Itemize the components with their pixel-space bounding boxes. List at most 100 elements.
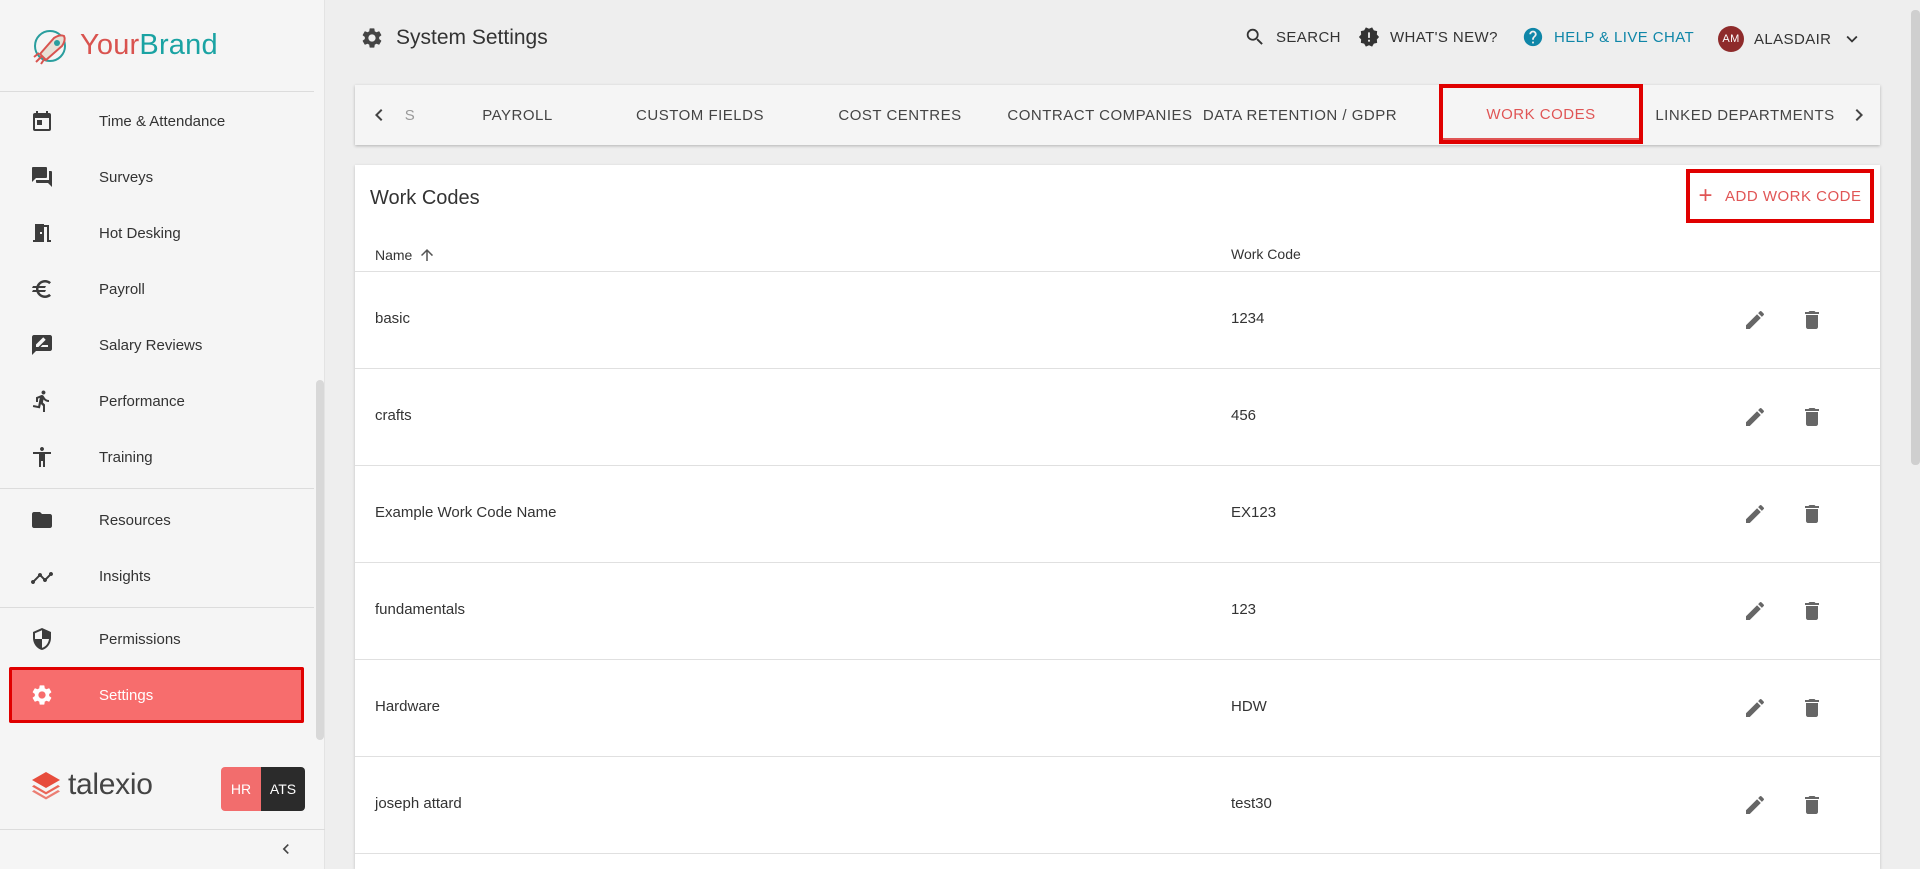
search-label: SEARCH [1276,28,1341,46]
new-releases-icon [1358,27,1380,47]
user-menu[interactable]: AM ALASDAIR [1718,26,1863,52]
cell-name: fundamentals [375,601,466,618]
gear-icon [30,683,54,707]
brand-logo[interactable]: YourBrand [0,0,314,92]
trash-icon [1805,408,1819,426]
brand-brand: Brand [139,29,218,61]
ats-toggle[interactable]: ATS [261,767,305,811]
table-row: Hardware HDW [355,660,1880,757]
chevron-left-icon [375,109,383,121]
sidebar-item-resources[interactable]: Resources [0,492,314,548]
edit-button[interactable] [1743,308,1769,334]
sidebar-item-insights[interactable]: Insights [0,548,314,604]
tab-partial[interactable]: S [395,85,425,145]
table-row: Example Work Code Name EX123 [355,466,1880,563]
tabs-scroll-left-button[interactable] [367,103,391,127]
delete-button[interactable] [1800,405,1826,431]
trash-icon [1805,602,1819,620]
tab-work-codes[interactable]: WORK CODES [1439,84,1643,144]
sidebar-item-label: Salary Reviews [99,336,203,354]
tab-cost-centres[interactable]: COST CENTRES [800,85,1000,145]
card-title: Work Codes [370,187,480,209]
cell-name: basic [375,310,411,327]
edit-button[interactable] [1743,599,1769,625]
arrow-up-icon [421,249,434,261]
tab-contract-companies[interactable]: CONTRACT COMPANIES [1000,85,1200,145]
delete-button[interactable] [1800,502,1826,528]
pencil-icon [1746,601,1765,620]
tab-linked-departments[interactable]: LINKED DEPARTMENTS [1645,85,1845,145]
column-header-name[interactable]: Name [375,246,436,264]
help-icon [1523,27,1543,47]
sidebar-nav: Time & Attendance Surveys Hot Desking Pa… [0,93,314,723]
delete-button[interactable] [1800,793,1826,819]
settings-tabs: S PAYROLL CUSTOM FIELDS COST CENTRES CON… [355,84,1880,145]
cell-code: 1234 [1231,310,1265,327]
sidebar-item-time-attendance[interactable]: Time & Attendance [0,93,314,149]
sidebar-item-label: Hot Desking [99,224,181,242]
cell-name: crafts [375,407,412,424]
whats-new-button[interactable]: WHAT'S NEW? [1358,26,1498,48]
calendar-icon [30,109,54,133]
delete-button[interactable] [1800,696,1826,722]
pencil-icon [1746,504,1765,523]
sidebar-item-payroll[interactable]: Payroll [0,261,314,317]
table-row: fundamentals 123 [355,563,1880,660]
sidebar-item-label: Insights [99,567,151,585]
shield-icon [30,627,54,651]
table-header: Name Work Code [355,235,1880,272]
pencil-icon [1746,310,1765,329]
trash-icon [1805,311,1819,329]
talexio-logo: talexio [30,768,153,802]
collapse-sidebar-button[interactable] [276,838,296,860]
sidebar: YourBrand Time & Attendance Surveys Hot … [0,0,325,869]
search-icon [1246,28,1263,45]
edit-button[interactable] [1743,696,1769,722]
sidebar-item-performance[interactable]: Performance [0,373,314,429]
sidebar-item-settings[interactable]: Settings [9,667,304,723]
folder-icon [30,508,54,532]
product-switcher[interactable]: HR ATS [221,767,305,811]
sidebar-item-label: Performance [99,392,185,410]
sidebar-item-training[interactable]: Training [0,429,314,485]
delete-button[interactable] [1800,599,1826,625]
sidebar-item-surveys[interactable]: Surveys [0,149,314,205]
help-live-chat-button[interactable]: HELP & LIVE CHAT [1522,26,1694,48]
run-icon [30,389,54,413]
tab-data-retention-gdpr[interactable]: DATA RETENTION / GDPR [1200,85,1400,145]
hr-toggle[interactable]: HR [221,767,261,811]
tab-payroll[interactable]: PAYROLL [435,85,600,145]
delete-button[interactable] [1800,308,1826,334]
insights-icon [30,564,54,588]
page-scrollbar[interactable] [1911,10,1920,465]
chevron-right-icon [1855,109,1863,121]
cell-name: Hardware [375,698,441,715]
sidebar-scrollbar[interactable] [316,380,324,740]
rate-review-icon [30,333,54,357]
euro-icon [30,277,54,301]
trash-icon [1805,796,1819,814]
edit-button[interactable] [1743,502,1769,528]
add-work-code-button[interactable]: + ADD WORK CODE [1686,169,1874,223]
plus-icon: + [1698,182,1713,209]
nav-divider [0,488,314,489]
nav-divider [0,607,314,608]
sidebar-item-label: Surveys [99,168,154,186]
sidebar-item-hot-desking[interactable]: Hot Desking [0,205,314,261]
work-codes-card: Work Codes + ADD WORK CODE Name Work Cod… [355,165,1880,869]
pencil-icon [1746,698,1765,717]
table-row: crafts 456 [355,369,1880,466]
edit-button[interactable] [1743,405,1769,431]
whats-new-label: WHAT'S NEW? [1390,28,1498,46]
edit-button[interactable] [1743,793,1769,819]
tabs-scroll-right-button[interactable] [1847,103,1871,127]
sidebar-item-salary-reviews[interactable]: Salary Reviews [0,317,314,373]
header: System Settings SEARCH WHAT'S NEW? HELP … [325,0,1920,78]
user-name: ALASDAIR [1754,30,1832,48]
tab-custom-fields[interactable]: CUSTOM FIELDS [600,85,800,145]
rocket-logo-icon [33,29,66,65]
search-button[interactable]: SEARCH [1244,26,1341,48]
column-header-work-code[interactable]: Work Code [1231,246,1301,262]
add-work-code-label: ADD WORK CODE [1725,187,1862,205]
sidebar-item-permissions[interactable]: Permissions [0,611,314,667]
